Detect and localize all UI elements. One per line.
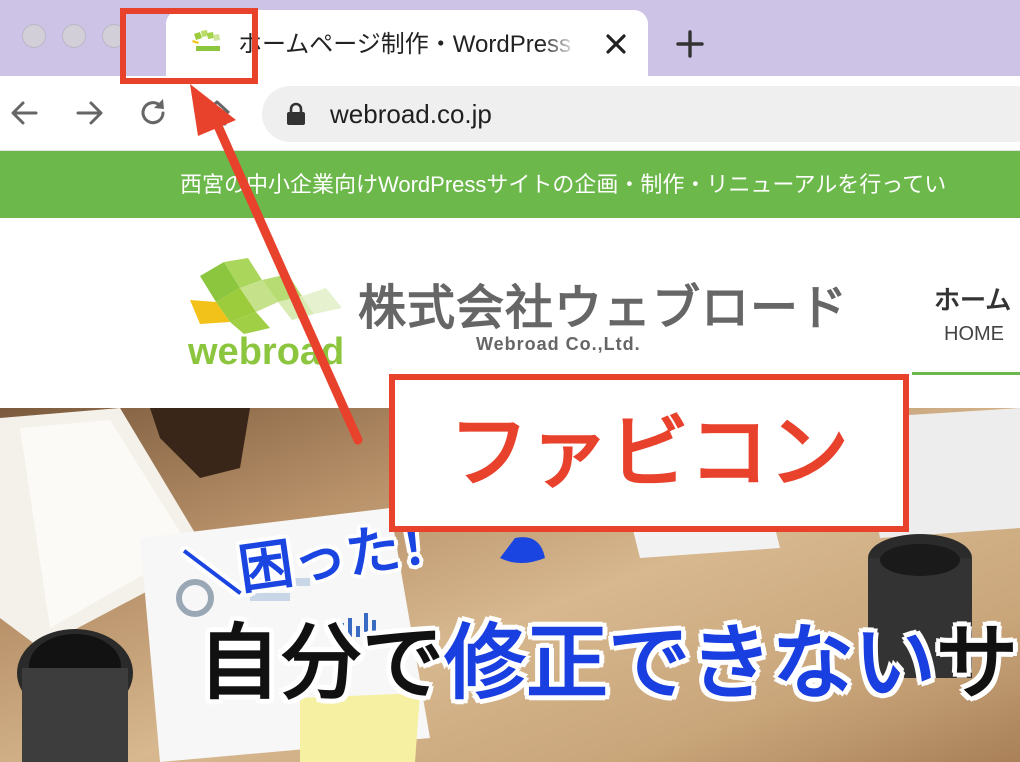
- window-minimize-button[interactable]: [62, 24, 86, 48]
- hero-headline-2: 自分で修正できないサ: [198, 616, 1018, 712]
- home-icon[interactable]: [200, 96, 234, 130]
- annotation-label-box: ファビコン: [389, 374, 909, 532]
- hero-headline-2c: サ: [936, 618, 1019, 709]
- tab-title: ホームページ制作・WordPress｜西宮: [238, 31, 582, 58]
- company-name-en: Webroad Co.,Ltd.: [476, 334, 641, 354]
- hero-headline-2b: 修正できない: [444, 618, 937, 709]
- site-top-banner: 西宮の中小企業向けWordPressサイトの企画・制作・リニューアルを行ってい: [0, 151, 1020, 218]
- tab-title-fade: [542, 28, 586, 62]
- logo-wordmark: webroad: [187, 331, 344, 368]
- plus-icon[interactable]: [672, 26, 708, 62]
- favicon-highlight-box: [120, 8, 258, 84]
- forward-arrow-icon[interactable]: [72, 96, 106, 130]
- nav-active-underline: [912, 372, 1020, 375]
- reload-icon[interactable]: [136, 96, 170, 130]
- nav-home-jp[interactable]: ホーム: [934, 284, 1011, 316]
- back-arrow-icon[interactable]: [8, 96, 42, 130]
- company-name-jp: 株式会社ウェブロード: [358, 282, 849, 335]
- url-text: webroad.co.jp: [330, 99, 492, 129]
- annotation-label: ファビコン: [449, 408, 849, 497]
- window-close-button[interactable]: [22, 24, 46, 48]
- close-icon[interactable]: [600, 28, 632, 60]
- hero-headline-2a: 自分で: [198, 618, 445, 709]
- lock-icon: [287, 102, 305, 125]
- site-tagline: 西宮の中小企業向けWordPressサイトの企画・制作・リニューアルを行ってい: [180, 172, 947, 197]
- webroad-logo[interactable]: webroad: [186, 258, 356, 368]
- nav-home-en[interactable]: HOME: [944, 322, 1004, 346]
- address-bar[interactable]: webroad.co.jp: [262, 86, 1020, 142]
- browser-toolbar: webroad.co.jp: [0, 76, 1020, 151]
